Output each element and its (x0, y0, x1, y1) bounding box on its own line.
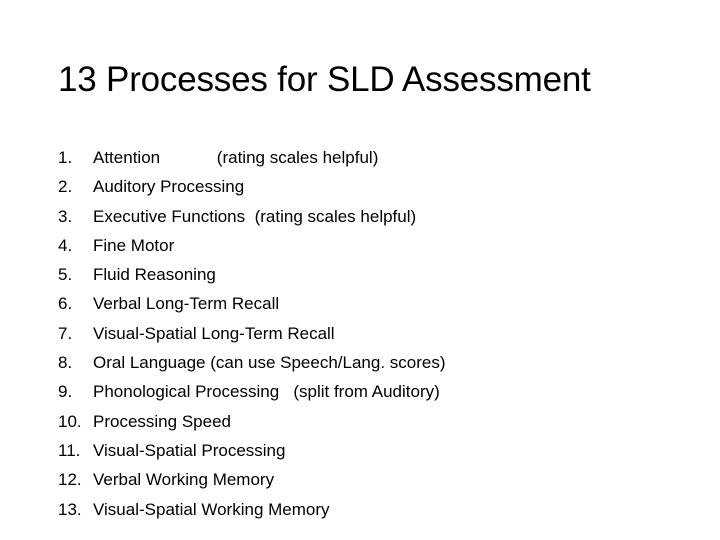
item-number: 11. (58, 440, 81, 460)
item-number: 3. (58, 206, 73, 226)
item-number: 13. (58, 499, 82, 519)
item-label: Verbal Long-Term Recall (93, 294, 280, 314)
item-label: Oral Language (93, 353, 206, 373)
item-number: 1. (58, 148, 73, 167)
item-number: 4. (58, 235, 73, 255)
item-text: Fine Motor (93, 231, 174, 260)
item-label: Visual-Spatial Working Memory (93, 499, 330, 519)
item-label: Attention (93, 148, 161, 167)
item-note: (rating scales helpful) (160, 148, 379, 167)
item-note: (rating scales helpful) (245, 206, 417, 226)
item-number: 6. (58, 294, 73, 314)
item-label: Visual-Spatial Processing (93, 440, 286, 460)
item-text: Verbal Working Memory (93, 465, 274, 494)
item-text: Auditory Processing (93, 172, 244, 201)
item-number: 12. (58, 470, 82, 490)
item-text: Visual-Spatial Processing (93, 436, 285, 465)
item-number: 2. (58, 177, 73, 197)
item-text: Processing Speed (93, 407, 231, 436)
item-label: Fluid Reasoning (93, 265, 216, 285)
item-text: Oral Language (can use Speech/Lang. scor… (93, 348, 446, 377)
item-text: Verbal Long-Term Recall (93, 289, 279, 318)
item-note: (can use Speech/Lang. scores) (205, 353, 446, 373)
item-note: (split from Auditory) (279, 382, 440, 402)
item-label: Verbal Working Memory (93, 470, 275, 490)
item-label: Fine Motor (93, 235, 175, 255)
item-number: 10. (58, 411, 82, 431)
item-text: Executive Functions (rating scales helpf… (93, 202, 416, 231)
item-number: 5. (58, 265, 73, 285)
item-text: Visual-Spatial Long-Term Recall (93, 319, 335, 348)
slide: 13 Processes for SLD Assessment 1. Atten… (0, 0, 720, 540)
item-number: 7. (58, 323, 73, 343)
item-text: Fluid Reasoning (93, 260, 216, 289)
item-label: Phonological Processing (93, 382, 280, 402)
item-text: Phonological Processing (split from Audi… (93, 377, 440, 406)
item-text: Attention (rating scales helpful) (93, 143, 378, 172)
item-label: Visual-Spatial Long-Term Recall (93, 323, 335, 343)
item-text: Visual-Spatial Working Memory (93, 495, 330, 524)
item-number: 8. (58, 353, 73, 373)
slide-title: 13 Processes for SLD Assessment (58, 60, 591, 99)
item-label: Executive Functions (93, 206, 246, 226)
item-label: Processing Speed (93, 411, 231, 431)
item-number: 9. (58, 382, 73, 402)
item-label: Auditory Processing (93, 177, 245, 197)
